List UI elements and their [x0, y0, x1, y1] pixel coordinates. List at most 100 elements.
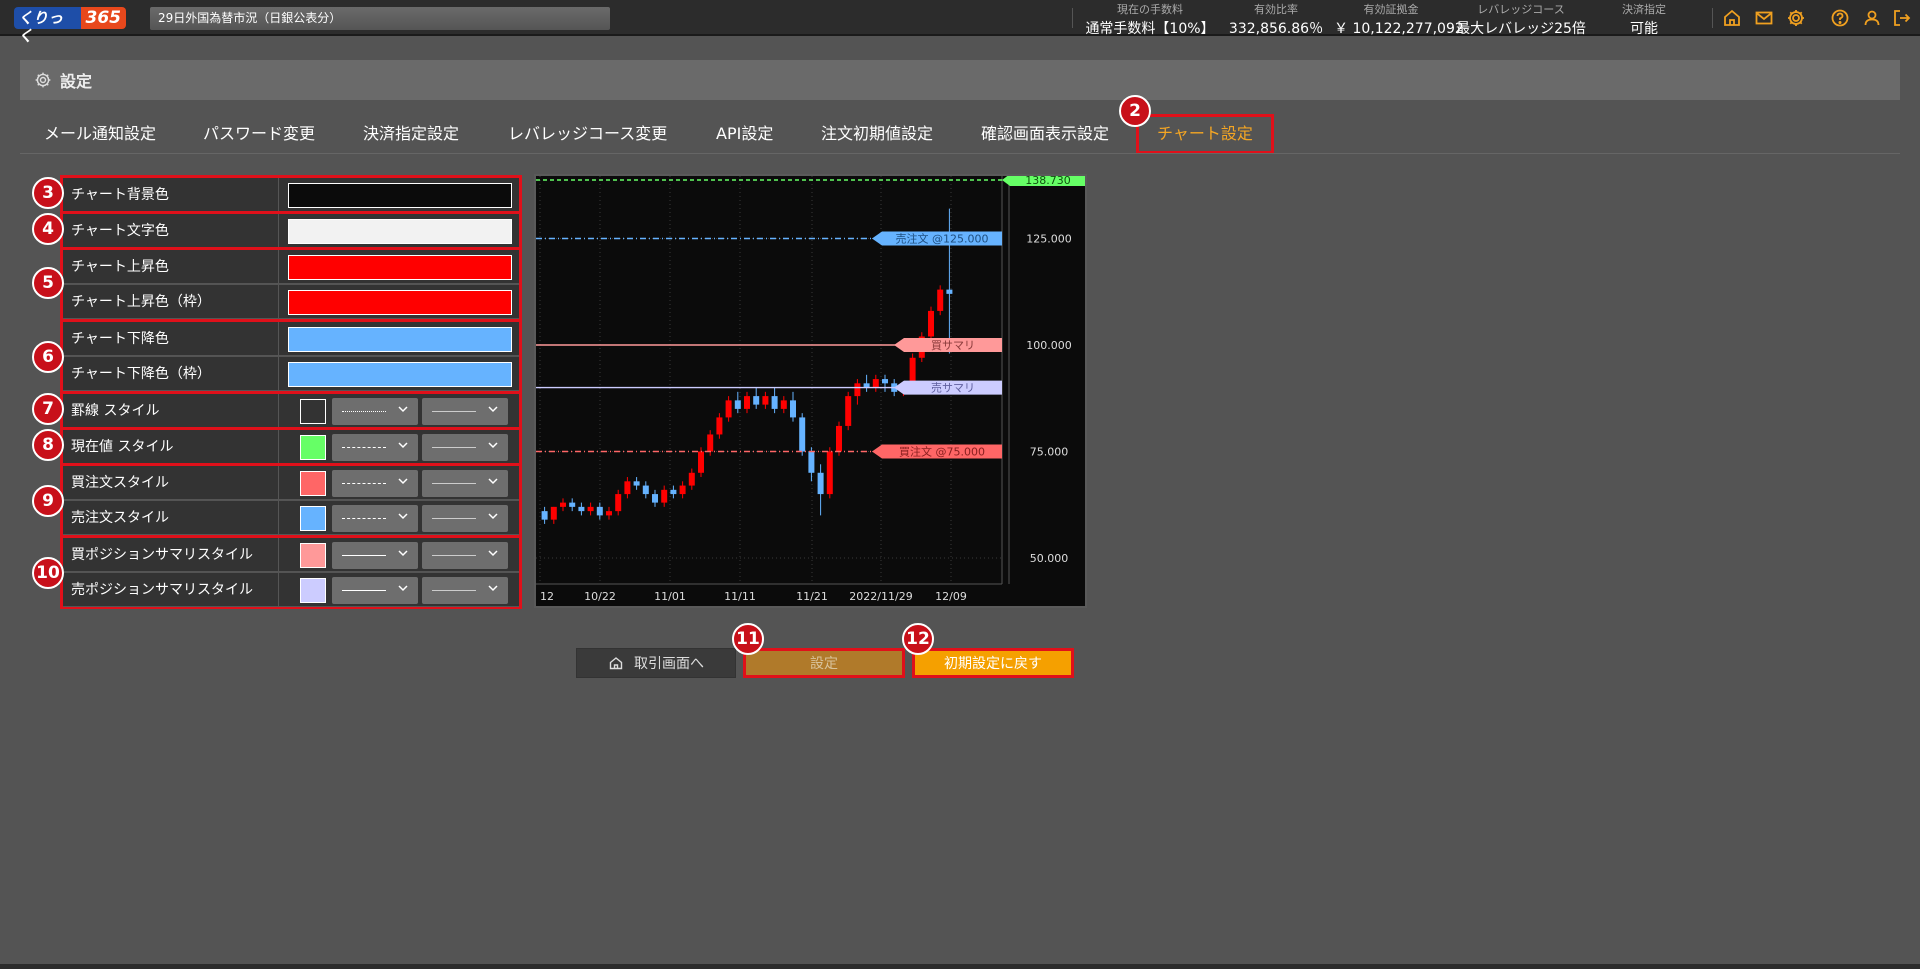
- line-style-select[interactable]: [332, 542, 418, 569]
- row-label: 現在値 スタイル: [71, 439, 174, 455]
- color-swatch-current[interactable]: [300, 435, 326, 460]
- apply-settings-button[interactable]: 設定: [743, 648, 905, 678]
- color-swatch-text[interactable]: [288, 219, 512, 244]
- chart-sell-summary-label-text: 売サマリ: [931, 382, 975, 395]
- chart-x-tick-label: 2022/11/29: [849, 590, 912, 603]
- chart-candle: [596, 506, 603, 516]
- logo-text: くりっく: [14, 7, 81, 45]
- tab-settlement[interactable]: 決済指定設定: [363, 114, 459, 154]
- chart-candle: [771, 396, 778, 409]
- line-width-select[interactable]: [422, 470, 508, 497]
- tab-api[interactable]: API設定: [716, 114, 773, 154]
- settings-title-bar: 設定: [20, 60, 1900, 100]
- annotation-badge: 6: [32, 341, 64, 373]
- color-swatch-down[interactable]: [288, 327, 512, 352]
- chart-candle: [799, 417, 806, 452]
- color-swatch-grid[interactable]: [300, 399, 326, 424]
- chart-y-tick-label: 100.000: [1026, 339, 1072, 352]
- chart-candle: [872, 379, 879, 388]
- row-separator: [278, 573, 279, 607]
- line-style-select[interactable]: [332, 398, 418, 425]
- chevron-down-icon: [488, 406, 498, 413]
- line-style-select[interactable]: [332, 577, 418, 604]
- chart-candle: [780, 400, 787, 409]
- line-style-select[interactable]: [332, 505, 418, 532]
- tab-order-defaults[interactable]: 注文初期値設定: [821, 114, 933, 154]
- chart-candle: [928, 310, 934, 337]
- chevron-down-icon: [398, 478, 408, 485]
- row-label: 買ポジションサマリスタイル: [71, 547, 253, 563]
- chart-candle: [845, 396, 852, 426]
- chart-buy-order-label-text: 買注文 @75.000: [899, 444, 985, 458]
- stat-ratio-label: 有効比率: [1254, 3, 1298, 16]
- row-separator: [278, 357, 279, 391]
- group-chart-text: チャート文字色: [60, 211, 522, 251]
- color-swatch-sell-order[interactable]: [300, 506, 326, 531]
- row-label: チャート上昇色: [71, 259, 169, 275]
- line-width-select[interactable]: [422, 542, 508, 569]
- chart-candle: [661, 489, 668, 503]
- chart-candle: [854, 383, 861, 397]
- chart-x-tick-label: 12/09: [935, 590, 967, 603]
- line-style-select[interactable]: [332, 434, 418, 461]
- mail-icon[interactable]: [1754, 8, 1774, 28]
- chart-candle: [670, 489, 677, 495]
- chart-candle: [744, 396, 750, 409]
- row-chart-down: チャート下降色: [63, 322, 519, 356]
- chart-candle: [762, 396, 769, 405]
- back-to-trading-label: 取引画面へ: [634, 656, 704, 672]
- top-bar: くりっく 365 29日外国為替市況（日銀公表分） 現在の手数料 通常手数料【1…: [0, 0, 1920, 45]
- chart-candle: [642, 485, 649, 495]
- tab-mail-notification[interactable]: メール通知設定: [44, 114, 156, 154]
- line-width-select[interactable]: [422, 398, 508, 425]
- chevron-down-icon: [398, 550, 408, 557]
- line-width-select[interactable]: [422, 577, 508, 604]
- tab-chart-settings[interactable]: チャート設定: [1136, 114, 1274, 154]
- market-ticker[interactable]: 29日外国為替市況（日銀公表分）: [150, 7, 610, 30]
- line-width-select[interactable]: [422, 505, 508, 532]
- line-width-select[interactable]: [422, 434, 508, 461]
- header-separator: [1712, 8, 1713, 28]
- row-label: チャート上昇色（枠）: [71, 294, 211, 310]
- row-grid-style: 罫線 スタイル: [63, 394, 519, 428]
- help-icon[interactable]: [1830, 8, 1850, 28]
- tab-password[interactable]: パスワード変更: [203, 114, 315, 154]
- chart-x-tick-label: 10/22: [584, 590, 616, 603]
- line-style-select[interactable]: [332, 470, 418, 497]
- gear-icon[interactable]: [1786, 8, 1806, 28]
- chevron-down-icon: [488, 513, 498, 520]
- row-sell-order-style: 売注文スタイル: [63, 501, 519, 535]
- color-swatch-up[interactable]: [288, 255, 512, 280]
- color-swatch-buy-order[interactable]: [300, 471, 326, 496]
- tab-leverage-course[interactable]: レバレッジコース変更: [508, 114, 667, 154]
- annotation-badge: 8: [32, 429, 64, 461]
- tab-confirm-screen[interactable]: 確認画面表示設定: [981, 114, 1109, 154]
- row-label: チャート下降色: [71, 331, 169, 347]
- annotation-badge: 12: [902, 623, 934, 655]
- reset-defaults-button[interactable]: 初期設定に戻す: [912, 648, 1074, 678]
- group-order-styles: 買注文スタイル 売注文スタイル: [60, 463, 522, 537]
- chart-x-tick-label: 11/11: [724, 590, 756, 603]
- chart-candle: [725, 400, 732, 418]
- group-chart-down: チャート下降色 チャート下降色（枠）: [60, 319, 522, 393]
- group-chart-background: チャート背景色: [60, 175, 522, 215]
- color-swatch-sell-summary[interactable]: [300, 578, 326, 603]
- color-swatch-down-border[interactable]: [288, 362, 512, 387]
- color-swatch-background[interactable]: [288, 183, 512, 208]
- chart-y-tick-label: 125.000: [1026, 232, 1072, 245]
- user-icon[interactable]: [1862, 8, 1882, 28]
- back-to-trading-button[interactable]: 取引画面へ: [576, 648, 736, 678]
- chart-candle: [817, 472, 824, 495]
- logo[interactable]: くりっく 365: [14, 6, 126, 45]
- chart-candle: [836, 425, 842, 452]
- color-swatch-up-border[interactable]: [288, 290, 512, 315]
- logo-number: 365: [80, 7, 126, 29]
- color-swatch-buy-summary[interactable]: [300, 543, 326, 568]
- home-icon[interactable]: [1722, 8, 1742, 28]
- logout-icon[interactable]: [1892, 8, 1912, 28]
- row-chart-text: チャート文字色: [63, 214, 519, 248]
- annotation-badge: 4: [32, 213, 64, 245]
- stat-ratio: 有効比率 332,856.86％: [1222, 0, 1330, 38]
- row-separator: [278, 430, 279, 464]
- settings-title: 設定: [60, 72, 93, 91]
